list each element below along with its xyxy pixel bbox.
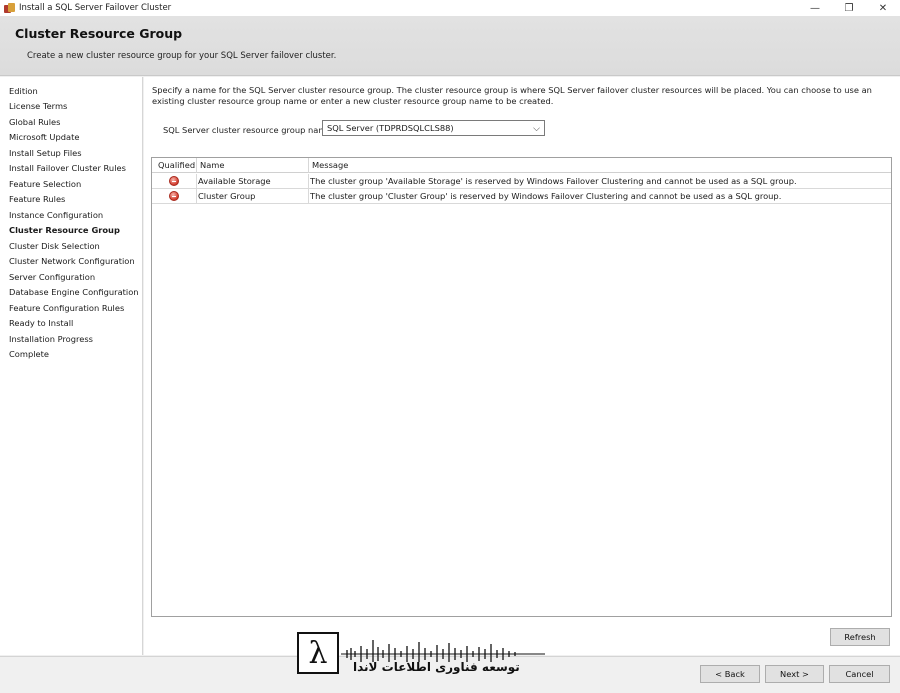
sidebar-item-cluster-disk-selection: Cluster Disk Selection [9, 241, 100, 251]
sidebar-item-complete: Complete [9, 349, 49, 359]
lambda-watermark-logo: λ توسعه فناوری اطلاعات لاندا [297, 632, 547, 680]
back-button[interactable]: < Back [700, 665, 760, 683]
row-message: The cluster group 'Cluster Group' is res… [310, 191, 782, 201]
sidebar-item-database-engine-configuration: Database Engine Configuration [9, 287, 139, 297]
page-description: Specify a name for the SQL Server cluste… [152, 85, 872, 106]
page-title: Cluster Resource Group [15, 26, 183, 41]
resource-group-selected-value: SQL Server (TDPRDSQLCLS88) [327, 123, 454, 133]
waveform-graphic [341, 640, 545, 662]
close-icon[interactable]: ✕ [866, 0, 900, 16]
grid-header: Qualified Name Message [152, 158, 891, 173]
row-message: The cluster group 'Available Storage' is… [310, 176, 797, 186]
column-header-name[interactable]: Name [200, 160, 224, 170]
sidebar-item-license-terms: License Terms [9, 101, 68, 111]
resource-group-name-select[interactable]: SQL Server (TDPRDSQLCLS88) ⌵ [322, 120, 545, 136]
refresh-button[interactable]: Refresh [830, 628, 890, 646]
error-icon [169, 176, 179, 186]
window-controls: — ❐ ✕ [798, 0, 900, 16]
sidebar-item-install-setup-files: Install Setup Files [9, 148, 82, 158]
sidebar-item-cluster-network-configuration: Cluster Network Configuration [9, 256, 135, 266]
sidebar-item-server-configuration: Server Configuration [9, 272, 96, 282]
sidebar-item-installation-progress: Installation Progress [9, 334, 93, 344]
table-row[interactable]: Cluster Group The cluster group 'Cluster… [152, 189, 891, 204]
window-title: Install a SQL Server Failover Cluster [19, 3, 172, 13]
main-content: Specify a name for the SQL Server cluste… [144, 77, 900, 655]
window-titlebar: Install a SQL Server Failover Cluster — … [0, 0, 900, 16]
row-name: Available Storage [198, 176, 271, 186]
resource-group-label: SQL Server cluster resource group name: [163, 125, 335, 135]
sidebar-item-install-failover-cluster-rules: Install Failover Cluster Rules [9, 163, 126, 173]
sidebar-item-global-rules: Global Rules [9, 117, 61, 127]
restore-icon[interactable]: ❐ [832, 0, 866, 16]
sidebar-item-feature-configuration-rules: Feature Configuration Rules [9, 303, 125, 313]
column-header-message[interactable]: Message [312, 160, 348, 170]
column-header-qualified[interactable]: Qualified [158, 160, 195, 170]
resource-group-grid: Qualified Name Message Available Storage… [151, 157, 892, 617]
cancel-button[interactable]: Cancel [829, 665, 890, 683]
sidebar-item-ready-to-install: Ready to Install [9, 318, 74, 328]
setup-steps-sidebar: Edition License Terms Global Rules Micro… [0, 77, 143, 655]
sidebar-item-edition: Edition [9, 86, 38, 96]
sidebar-item-instance-configuration: Instance Configuration [9, 210, 104, 220]
minimize-icon[interactable]: — [798, 0, 832, 16]
page-header: Cluster Resource Group Create a new clus… [0, 16, 900, 76]
sql-setup-app-icon [4, 2, 15, 14]
watermark-text: توسعه فناوری اطلاعات لاندا [353, 660, 520, 674]
sidebar-item-feature-selection: Feature Selection [9, 179, 82, 189]
chevron-down-icon: ⌵ [533, 124, 540, 134]
sidebar-item-feature-rules: Feature Rules [9, 194, 66, 204]
table-row[interactable]: Available Storage The cluster group 'Ava… [152, 174, 891, 189]
next-button[interactable]: Next > [765, 665, 824, 683]
row-name: Cluster Group [198, 191, 256, 201]
page-subtitle: Create a new cluster resource group for … [27, 51, 337, 61]
error-icon [169, 191, 179, 201]
sidebar-item-cluster-resource-group: Cluster Resource Group [9, 225, 120, 235]
sidebar-item-microsoft-update: Microsoft Update [9, 132, 80, 142]
lambda-logo-icon: λ [297, 632, 339, 674]
